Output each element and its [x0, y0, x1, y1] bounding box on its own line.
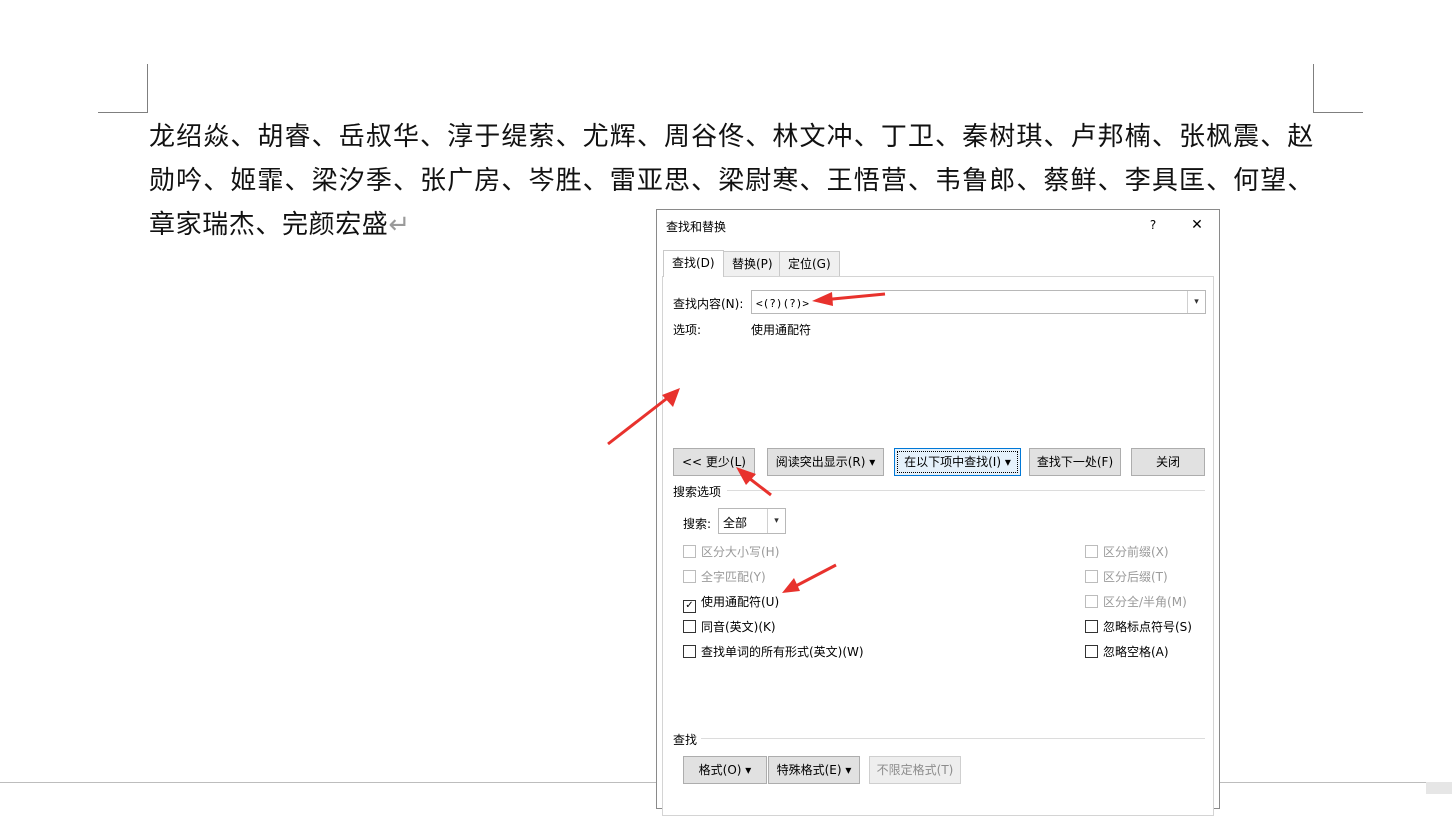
scrollbar-corner[interactable]: [1426, 782, 1452, 794]
match-suffix-label: 区分后缀(T): [1103, 570, 1168, 584]
use-wildcards-checkbox[interactable]: ✓ 使用通配符(U): [683, 593, 780, 613]
options-label: 选项:: [673, 323, 702, 337]
search-direction-value: 全部: [723, 516, 748, 530]
find-in-button[interactable]: 在以下项中查找(I) ▾: [894, 448, 1021, 476]
dialog-title: 查找和替换: [666, 220, 727, 234]
checkbox-box: [1085, 645, 1098, 658]
match-case-checkbox[interactable]: 区分大小写(H): [683, 543, 779, 559]
checkbox-box: [683, 645, 696, 658]
less-button[interactable]: << 更少(L): [673, 448, 755, 476]
match-width-label: 区分全/半角(M): [1103, 595, 1187, 609]
tab-replace-label: 替换(P): [732, 257, 773, 271]
tab-goto[interactable]: 定位(G): [779, 251, 840, 276]
checkbox-box: [1085, 620, 1098, 633]
search-direction-select[interactable]: 全部 ▾: [718, 508, 786, 534]
checkbox-box: [1085, 545, 1098, 558]
find-section-heading: 查找: [673, 733, 698, 747]
reading-highlight-label: 阅读突出显示(R): [775, 455, 866, 469]
special-format-label: 特殊格式(E): [776, 763, 842, 777]
sounds-like-checkbox[interactable]: 同音(英文)(K): [683, 618, 776, 634]
check-icon: ✓: [683, 600, 696, 613]
close-icon[interactable]: ✕: [1179, 212, 1215, 238]
chevron-down-icon[interactable]: ▾: [1187, 291, 1205, 313]
chevron-down-icon: ▾: [869, 455, 876, 469]
find-next-button[interactable]: 查找下一处(F): [1029, 448, 1121, 476]
page-corner-top-right: [1313, 64, 1363, 113]
ignore-space-label: 忽略空格(A): [1103, 645, 1169, 659]
checkbox-box: [1085, 570, 1098, 583]
checkbox-box: [683, 570, 696, 583]
close-button[interactable]: 关闭: [1131, 448, 1205, 476]
checkbox-box: [683, 620, 696, 633]
chevron-down-icon: ▾: [845, 763, 852, 777]
tab-goto-label: 定位(G): [788, 257, 831, 271]
special-format-button[interactable]: 特殊格式(E) ▾: [768, 756, 860, 784]
ignore-space-checkbox[interactable]: 忽略空格(A): [1085, 643, 1169, 659]
find-in-label: 在以下项中查找(I): [904, 455, 1002, 469]
help-button[interactable]: ?: [1135, 212, 1171, 238]
match-prefix-checkbox[interactable]: 区分前缀(X): [1085, 543, 1169, 559]
chevron-down-icon[interactable]: ▾: [767, 509, 785, 533]
use-wildcards-label: 使用通配符(U): [701, 595, 780, 609]
format-label: 格式(O): [698, 763, 742, 777]
no-formatting-button[interactable]: 不限定格式(T): [869, 756, 961, 784]
find-replace-dialog: 查找和替换 ? ✕ 查找(D) 替换(P) 定位(G) 查找内容(N): ▾ 选…: [656, 209, 1220, 816]
match-suffix-checkbox[interactable]: 区分后缀(T): [1085, 568, 1168, 584]
search-direction-label: 搜索:: [683, 517, 712, 531]
all-word-forms-checkbox[interactable]: 查找单词的所有形式(英文)(W): [683, 643, 864, 659]
reading-highlight-button[interactable]: 阅读突出显示(R) ▾: [767, 448, 884, 476]
find-section-divider: [701, 738, 1205, 739]
options-value: 使用通配符: [751, 323, 812, 337]
match-width-checkbox[interactable]: 区分全/半角(M): [1085, 593, 1187, 609]
whole-word-checkbox[interactable]: 全字匹配(Y): [683, 568, 766, 584]
ignore-punctuation-label: 忽略标点符号(S): [1103, 620, 1192, 634]
whole-word-label: 全字匹配(Y): [701, 570, 766, 584]
paragraph-mark: ↵: [388, 210, 411, 240]
tab-replace[interactable]: 替换(P): [723, 251, 782, 276]
checkbox-box: [683, 545, 696, 558]
match-case-label: 区分大小写(H): [701, 545, 780, 559]
sounds-like-label: 同音(英文)(K): [701, 620, 776, 634]
match-prefix-label: 区分前缀(X): [1103, 545, 1169, 559]
page-corner-top-left: [98, 64, 148, 113]
search-options-divider: [727, 490, 1205, 491]
find-what-input[interactable]: [754, 293, 1178, 313]
tab-find-label: 查找(D): [672, 256, 715, 270]
find-what-label: 查找内容(N):: [673, 297, 744, 311]
search-options-heading: 搜索选项: [673, 485, 722, 499]
chevron-down-icon: ▾: [1004, 455, 1011, 469]
find-what-combobox[interactable]: ▾: [751, 290, 1206, 314]
checkbox-box: [1085, 595, 1098, 608]
all-word-forms-label: 查找单词的所有形式(英文)(W): [701, 645, 864, 659]
format-button[interactable]: 格式(O) ▾: [683, 756, 767, 784]
ignore-punctuation-checkbox[interactable]: 忽略标点符号(S): [1085, 618, 1192, 634]
tab-find[interactable]: 查找(D): [663, 250, 724, 277]
find-tab-panel: 查找内容(N): ▾ 选项: 使用通配符 << 更少(L) 阅读突出显示(R) …: [662, 276, 1214, 816]
dialog-titlebar[interactable]: 查找和替换 ? ✕: [657, 210, 1219, 240]
chevron-down-icon: ▾: [745, 763, 752, 777]
